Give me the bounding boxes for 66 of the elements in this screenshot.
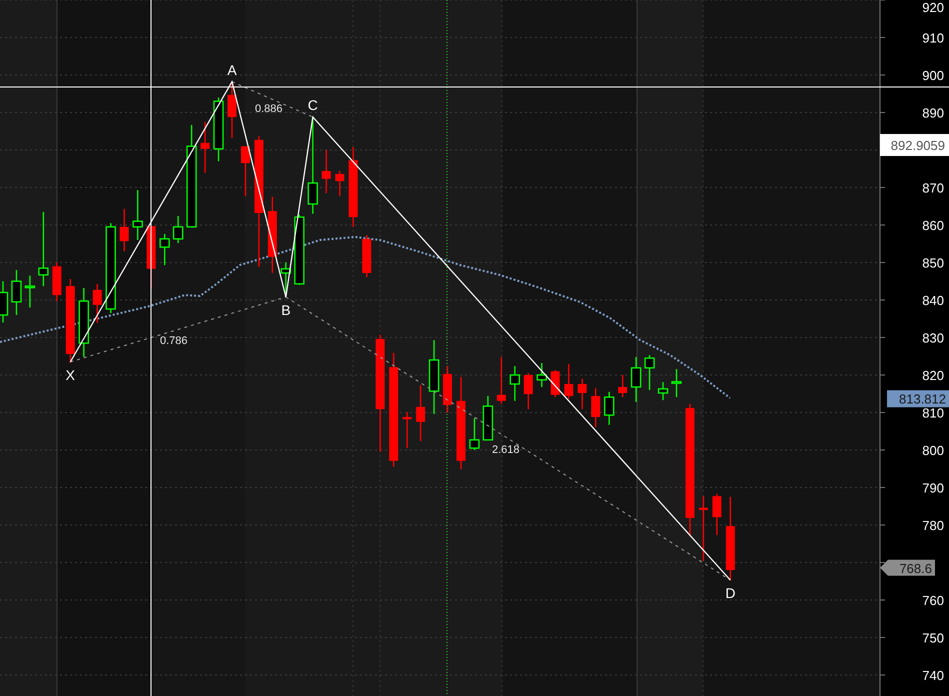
candlestick bbox=[578, 378, 587, 410]
candlestick bbox=[591, 388, 600, 428]
price-axis-label: 810 bbox=[922, 406, 944, 420]
price-axis-label: 760 bbox=[922, 593, 944, 608]
price-axis-label: 800 bbox=[922, 443, 944, 458]
candlestick bbox=[11, 270, 22, 315]
candlestick bbox=[52, 262, 62, 302]
candlestick bbox=[469, 418, 480, 450]
price-axis-label: 870 bbox=[922, 180, 944, 196]
price-axis-label: 850 bbox=[922, 256, 944, 270]
price-tag: 813.812 bbox=[887, 390, 949, 408]
candlestick bbox=[146, 226, 156, 289]
price-tag: 892.9059 bbox=[880, 134, 949, 156]
candlestick bbox=[630, 357, 642, 402]
point-label: C bbox=[308, 97, 318, 113]
candlestick bbox=[159, 234, 170, 266]
candlestick bbox=[228, 82, 236, 138]
candlestick bbox=[524, 373, 533, 410]
candlestick bbox=[362, 235, 372, 278]
price-axis-label: 750 bbox=[922, 630, 944, 646]
candlestick bbox=[402, 412, 412, 448]
candlestick bbox=[604, 392, 614, 425]
ratio-label: 2.618 bbox=[492, 444, 520, 456]
candlestick bbox=[240, 146, 250, 196]
candlestick bbox=[671, 369, 682, 398]
candlestick bbox=[510, 366, 520, 401]
candlestick bbox=[294, 214, 304, 285]
candlestick bbox=[200, 122, 210, 173]
point-label: X bbox=[66, 366, 76, 383]
point-label: B bbox=[281, 302, 291, 318]
candlestick bbox=[416, 385, 426, 441]
ratio-label: 0.786 bbox=[160, 335, 188, 347]
candlestick bbox=[443, 366, 452, 412]
candlestick bbox=[712, 494, 722, 536]
candlestick bbox=[482, 396, 494, 441]
candlestick bbox=[120, 208, 129, 252]
price-axis-label: 860 bbox=[922, 218, 944, 233]
price-axis-label: 780 bbox=[922, 518, 944, 533]
ratio-label: 0.886 bbox=[255, 103, 283, 115]
candlestick bbox=[618, 375, 628, 398]
price-axis-label: 920 bbox=[922, 0, 944, 15]
candlestick bbox=[132, 190, 143, 240]
price-axis-label: 900 bbox=[922, 68, 944, 83]
price-axis-label: 830 bbox=[922, 330, 944, 346]
candlestick bbox=[322, 150, 331, 194]
candlestick bbox=[658, 382, 668, 400]
candlestick bbox=[496, 357, 506, 404]
candlestick bbox=[92, 284, 102, 323]
price-axis-label: 840 bbox=[922, 293, 944, 308]
price-axis-label: 790 bbox=[922, 480, 944, 496]
price-axis-label: 890 bbox=[922, 106, 944, 120]
price-axis-label: 820 bbox=[922, 368, 944, 383]
candlestick bbox=[24, 276, 36, 308]
candlestick bbox=[0, 281, 8, 322]
candlestick bbox=[698, 496, 708, 561]
price-axis-label: 910 bbox=[922, 30, 944, 46]
candlestick bbox=[335, 171, 344, 196]
candlestick bbox=[78, 288, 89, 357]
point-label: D bbox=[725, 585, 736, 602]
candlestick bbox=[213, 98, 224, 162]
candlestick bbox=[564, 364, 574, 399]
candlestick bbox=[536, 363, 547, 387]
point-label: A bbox=[227, 62, 237, 78]
price-axis-label: 740 bbox=[922, 668, 944, 683]
candlestick bbox=[172, 216, 184, 243]
candlestick bbox=[644, 355, 655, 390]
